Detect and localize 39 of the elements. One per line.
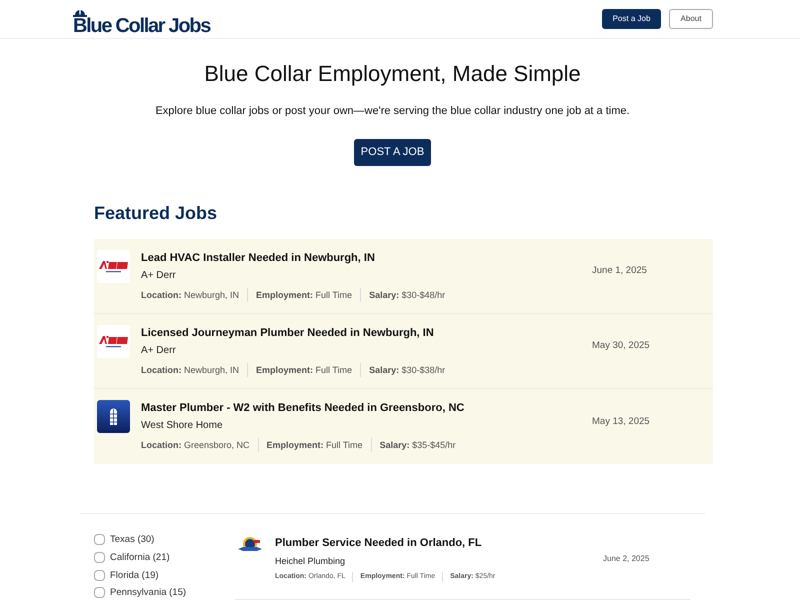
job-detail: Location: Newburgh, IN xyxy=(141,364,240,377)
post-job-button[interactable]: POST A JOB xyxy=(354,139,431,166)
brand-logo-link[interactable]: Blue Collar Jobs xyxy=(73,2,210,36)
company-logo-icon xyxy=(97,250,130,283)
filter-label[interactable]: Texas (30) xyxy=(110,534,154,546)
job-detail: Salary: $35-$45/hr xyxy=(370,438,456,452)
post-job-button[interactable]: Post a Job xyxy=(602,9,661,29)
hero-title: Blue Collar Employment, Made Simple xyxy=(203,60,582,88)
job-detail: Salary: $30-$38/hr xyxy=(360,363,446,377)
job-detail: Salary: $30-$48/hr xyxy=(360,288,446,302)
company-name: A+ Derr xyxy=(141,269,177,283)
state-checkbox[interactable] xyxy=(94,570,105,581)
job-detail: Location: Greensboro, NC xyxy=(141,439,250,452)
company-logo-icon xyxy=(97,325,130,358)
company-name: West Shore Home xyxy=(141,419,224,433)
job-date: May 30, 2025 xyxy=(592,339,651,354)
company-name: Heichel Plumbing xyxy=(275,555,346,568)
section-heading: Featured Jobs xyxy=(94,202,218,224)
job-title-link[interactable]: Lead HVAC Installer Needed in Newburgh, IN xyxy=(141,250,592,266)
about-button[interactable]: About xyxy=(669,9,713,29)
window-icon xyxy=(97,400,130,433)
job-title-link[interactable]: Licensed Journeyman Plumber Needed in Newburgh, IN xyxy=(141,325,592,341)
job-date: June 1, 2025 xyxy=(592,264,648,278)
state-checkbox[interactable] xyxy=(94,534,105,546)
job-detail: Employment: Full Time xyxy=(247,288,352,302)
state-checkbox[interactable] xyxy=(94,552,105,564)
job-detail: Employment: Full Time xyxy=(258,438,363,452)
filter-label[interactable]: Florida (19) xyxy=(110,570,159,581)
job-date: June 2, 2025 xyxy=(603,552,650,564)
job-detail: Employment: Full Time xyxy=(247,363,352,377)
job-title-link[interactable]: Master Plumber - W2 with Benefits Needed in Greensboro, NC xyxy=(141,400,592,416)
filter-label[interactable]: Pennsylvania (15) xyxy=(110,587,186,599)
hero-subtitle: Explore blue collar jobs or post your own—we're serving the blue collar industry one job at a time. xyxy=(154,104,631,119)
company-name: A+ Derr xyxy=(141,344,177,358)
filter-label[interactable]: California (21) xyxy=(110,552,170,564)
job-detail: Location: Newburgh, IN xyxy=(141,289,240,302)
job-title-link[interactable]: Plumber Service Needed in Orlando, FL xyxy=(275,535,603,551)
state-checkbox[interactable] xyxy=(94,587,105,598)
job-date: May 13, 2025 xyxy=(592,414,651,429)
